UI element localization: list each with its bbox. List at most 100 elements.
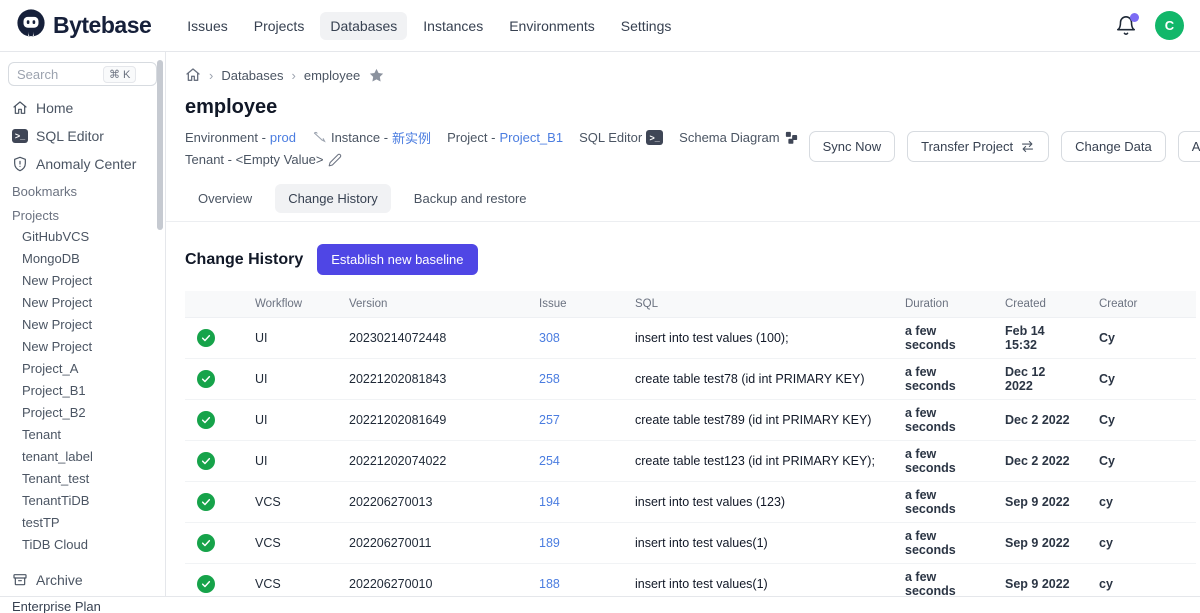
- status-cell: [185, 318, 239, 359]
- environment-link[interactable]: prod: [270, 130, 296, 145]
- sidebar-project-item[interactable]: Project_A: [8, 358, 157, 380]
- sidebar-project-item[interactable]: New Project: [8, 270, 157, 292]
- creator-cell: Cy: [1083, 318, 1196, 359]
- edit-pencil-icon[interactable]: [328, 153, 342, 167]
- created-cell: Dec 12 2022: [989, 359, 1083, 400]
- nav-item-issues[interactable]: Issues: [177, 12, 237, 40]
- sidebar-project-item[interactable]: New Project: [8, 336, 157, 358]
- breadcrumb-databases[interactable]: Databases: [221, 68, 283, 83]
- breadcrumb-separator: ›: [292, 68, 296, 83]
- workflow-cell: VCS: [239, 482, 333, 523]
- sidebar-project-item[interactable]: TenantTiDB: [8, 490, 157, 512]
- establish-baseline-button[interactable]: Establish new baseline: [317, 244, 477, 275]
- sync-now-button[interactable]: Sync Now: [809, 131, 896, 162]
- sidebar-project-item[interactable]: MongoDB: [8, 248, 157, 270]
- search-box[interactable]: ⌘ K: [8, 62, 157, 86]
- workflow-cell: UI: [239, 400, 333, 441]
- nav-item-databases[interactable]: Databases: [320, 12, 407, 40]
- nav-item-projects[interactable]: Projects: [244, 12, 315, 40]
- nav-item-environments[interactable]: Environments: [499, 12, 605, 40]
- sidebar-item-archive[interactable]: Archive: [8, 566, 157, 594]
- main-content: › Databases › employee employee Environm…: [166, 52, 1200, 597]
- tab-change-history[interactable]: Change History: [275, 184, 391, 213]
- sidebar-project-item[interactable]: Tenant: [8, 424, 157, 446]
- issue-link[interactable]: 254: [539, 454, 560, 468]
- table-row[interactable]: UI20221202074022254create table test123 …: [185, 441, 1196, 482]
- change-data-button[interactable]: Change Data: [1061, 131, 1166, 162]
- table-row[interactable]: UI20221202081649257create table test789 …: [185, 400, 1196, 441]
- issue-link[interactable]: 189: [539, 536, 560, 550]
- workflow-cell: UI: [239, 318, 333, 359]
- instance-link[interactable]: 新实例: [392, 128, 431, 147]
- created-cell: Feb 14 15:32: [989, 318, 1083, 359]
- sidebar-project-item[interactable]: TiDB Cloud: [8, 534, 157, 556]
- search-input[interactable]: [17, 67, 103, 82]
- button-label: Alter Schema: [1192, 139, 1200, 154]
- sidebar-project-item[interactable]: tenant_label: [8, 446, 157, 468]
- creator-cell: Cy: [1083, 400, 1196, 441]
- avatar[interactable]: C: [1155, 11, 1184, 40]
- table-row[interactable]: VCS202206270010188insert into test value…: [185, 564, 1196, 598]
- sidebar-item-sql-editor[interactable]: >_SQL Editor: [8, 122, 157, 150]
- column-header-workflow: Workflow: [239, 291, 333, 318]
- sidebar-project-item[interactable]: testTP: [8, 512, 157, 534]
- database-meta: Environment - prod Instance - 新实例 Projec…: [185, 127, 809, 170]
- created-cell: Dec 2 2022: [989, 400, 1083, 441]
- breadcrumb-database-name[interactable]: employee: [304, 68, 360, 83]
- table-row[interactable]: VCS202206270011189insert into test value…: [185, 523, 1196, 564]
- sidebar-nav: Home>_SQL EditorAnomaly Center: [8, 94, 157, 178]
- creator-cell: cy: [1083, 564, 1196, 598]
- project-link[interactable]: Project_B1: [499, 130, 563, 145]
- sidebar-scrollbar[interactable]: [157, 60, 163, 230]
- home-icon[interactable]: [185, 67, 201, 83]
- nav-item-settings[interactable]: Settings: [611, 12, 682, 40]
- sql-cell: insert into test values (100);: [619, 318, 889, 359]
- sidebar-project-item[interactable]: New Project: [8, 292, 157, 314]
- issue-link[interactable]: 258: [539, 372, 560, 386]
- sidebar-project-item[interactable]: GitHubVCS: [8, 226, 157, 248]
- nav-item-instances[interactable]: Instances: [413, 12, 493, 40]
- breadcrumb: › Databases › employee: [185, 64, 1184, 86]
- column-header-status: [185, 291, 239, 318]
- issue-link[interactable]: 308: [539, 331, 560, 345]
- engine-icon: [312, 130, 327, 145]
- issue-cell: 308: [523, 318, 619, 359]
- sql-editor-shortcut[interactable]: SQL Editor >_: [579, 130, 663, 145]
- tab-overview[interactable]: Overview: [185, 184, 265, 213]
- sql-cell: create table test789 (id int PRIMARY KEY…: [619, 400, 889, 441]
- database-actions: Sync Now Transfer Project Change Data Alter…: [809, 127, 1200, 170]
- schema-diagram-shortcut[interactable]: Schema Diagram: [679, 130, 798, 145]
- sidebar-project-item[interactable]: Tenant_test: [8, 468, 157, 490]
- change-history-heading: Change History: [185, 251, 303, 269]
- transfer-project-button[interactable]: Transfer Project: [907, 131, 1049, 162]
- version-cell: 202206270013: [333, 482, 523, 523]
- status-cell: [185, 400, 239, 441]
- issue-link[interactable]: 188: [539, 577, 560, 591]
- issue-link[interactable]: 257: [539, 413, 560, 427]
- sidebar-project-item[interactable]: Project_B2: [8, 402, 157, 424]
- sidebar-project-item[interactable]: Project_B1: [8, 380, 157, 402]
- breadcrumb-separator: ›: [209, 68, 213, 83]
- environment-meta: Environment - prod: [185, 130, 296, 145]
- issue-link[interactable]: 194: [539, 495, 560, 509]
- plan-label: Enterprise Plan: [12, 599, 101, 613]
- success-check-icon: [197, 575, 215, 593]
- notifications-button[interactable]: [1115, 15, 1137, 37]
- navbar-right: C: [1115, 11, 1184, 40]
- issue-cell: 189: [523, 523, 619, 564]
- sidebar-item-anomaly-center[interactable]: Anomaly Center: [8, 150, 157, 178]
- tab-backup-and-restore[interactable]: Backup and restore: [401, 184, 540, 213]
- duration-cell: a few seconds: [889, 441, 989, 482]
- table-row[interactable]: UI20230214072448308insert into test valu…: [185, 318, 1196, 359]
- sidebar-item-home[interactable]: Home: [8, 94, 157, 122]
- sidebar: ⌘ K Home>_SQL EditorAnomaly Center Bookm…: [0, 52, 166, 597]
- bookmarks-section-label: Bookmarks: [8, 178, 157, 202]
- favorite-star-icon[interactable]: [368, 67, 385, 84]
- column-header-creator: Creator: [1083, 291, 1196, 318]
- table-row[interactable]: VCS202206270013194insert into test value…: [185, 482, 1196, 523]
- bytebase-logo[interactable]: Bytebase: [16, 8, 151, 43]
- alter-schema-button[interactable]: Alter Schema: [1178, 131, 1200, 162]
- table-row[interactable]: UI20221202081843258create table test78 (…: [185, 359, 1196, 400]
- terminal-icon: >_: [12, 129, 28, 143]
- sidebar-project-item[interactable]: New Project: [8, 314, 157, 336]
